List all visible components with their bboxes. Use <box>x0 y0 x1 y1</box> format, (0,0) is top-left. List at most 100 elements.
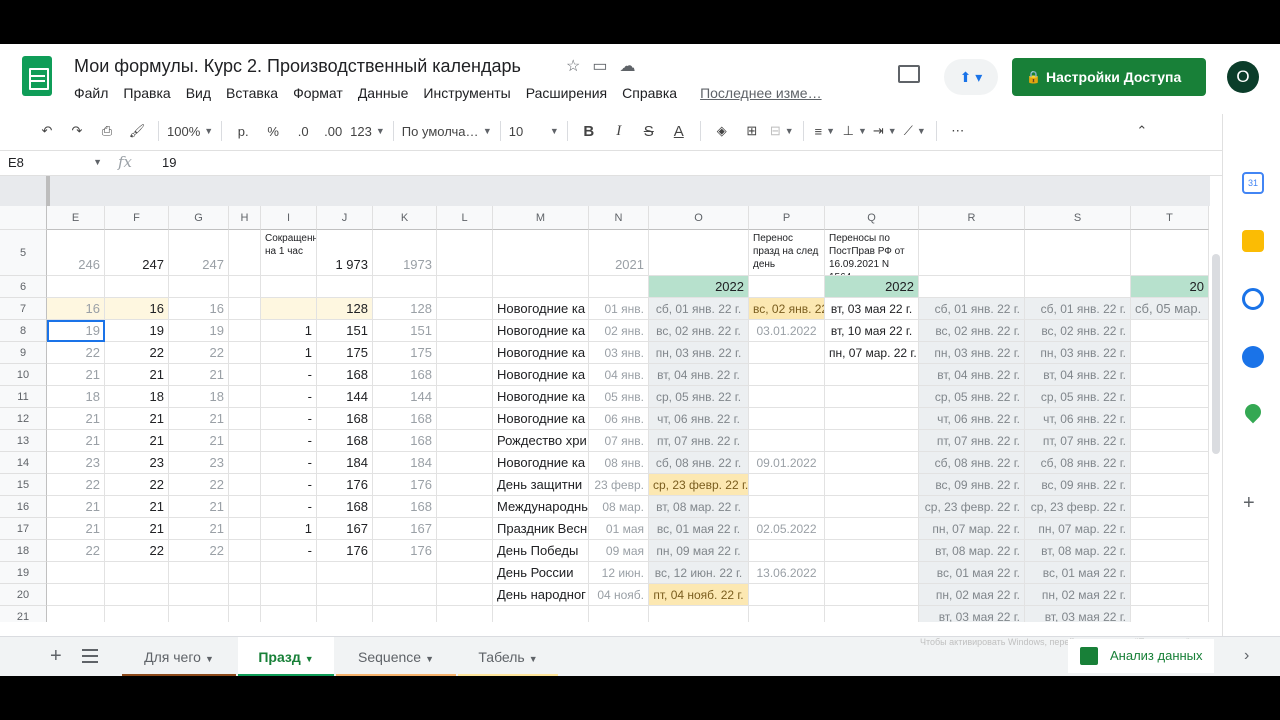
cell[interactable] <box>105 606 169 622</box>
cell[interactable]: ср, 05 янв. 22 г. <box>919 386 1025 408</box>
cell[interactable]: 168 <box>373 408 437 430</box>
cell[interactable]: Перенос празд на след день <box>749 230 825 276</box>
cell[interactable]: 19 <box>47 320 105 342</box>
cell[interactable]: 167 <box>317 518 373 540</box>
cell[interactable] <box>749 342 825 364</box>
cell[interactable] <box>493 606 589 622</box>
cell[interactable]: День защитни <box>493 474 589 496</box>
cell[interactable]: вт, 10 мая 22 г. <box>825 320 919 342</box>
cell[interactable] <box>1131 342 1209 364</box>
cell[interactable] <box>261 562 317 584</box>
cell[interactable] <box>589 606 649 622</box>
vertical-align-icon[interactable]: ⊥ ▼ <box>842 117 868 145</box>
cell[interactable] <box>1131 540 1209 562</box>
tasks-icon[interactable] <box>1242 288 1264 310</box>
cell[interactable] <box>1131 320 1209 342</box>
vertical-scrollbar[interactable] <box>1212 254 1220 454</box>
menu-data[interactable]: Данные <box>358 85 409 101</box>
cell[interactable] <box>437 562 493 584</box>
cell[interactable] <box>825 518 919 540</box>
cell[interactable] <box>229 386 261 408</box>
cell[interactable]: пт, 07 янв. 22 г. <box>919 430 1025 452</box>
cell[interactable] <box>1131 474 1209 496</box>
cell[interactable] <box>229 298 261 320</box>
select-all-corner[interactable] <box>0 206 47 230</box>
cell[interactable] <box>749 386 825 408</box>
row-header[interactable]: 8 <box>0 320 47 342</box>
cell[interactable]: 08 мар. <box>589 496 649 518</box>
cell[interactable]: чт, 06 янв. 22 г. <box>919 408 1025 430</box>
print-icon[interactable]: ⎙ <box>94 117 120 145</box>
cell[interactable] <box>1131 562 1209 584</box>
cell[interactable]: 168 <box>317 430 373 452</box>
cell[interactable]: 03.01.2022 <box>749 320 825 342</box>
cell[interactable]: 151 <box>373 320 437 342</box>
avatar[interactable]: О <box>1227 61 1259 93</box>
cell[interactable]: 175 <box>317 342 373 364</box>
cell[interactable]: 21 <box>105 364 169 386</box>
cell[interactable] <box>261 298 317 320</box>
cell[interactable] <box>47 606 105 622</box>
cell[interactable]: День Победы <box>493 540 589 562</box>
cell[interactable] <box>437 430 493 452</box>
cell[interactable]: 22 <box>169 474 229 496</box>
cell[interactable]: вс, 12 июн. 22 г. <box>649 562 749 584</box>
cell[interactable] <box>437 518 493 540</box>
chevron-right-icon[interactable]: › <box>1244 647 1249 665</box>
maps-icon[interactable] <box>1241 400 1265 424</box>
cell[interactable] <box>749 606 825 622</box>
cell[interactable] <box>1131 364 1209 386</box>
cell[interactable]: 247 <box>169 230 229 276</box>
cell[interactable] <box>749 364 825 386</box>
document-title[interactable]: Мои формулы. Курс 2. Производственный ка… <box>74 56 521 77</box>
cell[interactable] <box>825 430 919 452</box>
row-header[interactable]: 13 <box>0 430 47 452</box>
cell[interactable] <box>1131 606 1209 622</box>
cell[interactable]: 184 <box>317 452 373 474</box>
cell[interactable]: День народног <box>493 584 589 606</box>
cell[interactable] <box>373 584 437 606</box>
cell[interactable]: 168 <box>373 430 437 452</box>
cell[interactable] <box>373 276 437 298</box>
cell[interactable] <box>919 276 1025 298</box>
cell[interactable] <box>47 562 105 584</box>
cell[interactable]: ср, 05 янв. 22 г. <box>1025 386 1131 408</box>
cell[interactable] <box>317 584 373 606</box>
cell[interactable] <box>493 230 589 276</box>
more-formats-button[interactable]: 123 ▼ <box>350 117 385 145</box>
cell[interactable]: пт, 07 янв. 22 г. <box>649 430 749 452</box>
cell[interactable]: 19 <box>169 320 229 342</box>
cell[interactable]: 01 янв. <box>589 298 649 320</box>
cell[interactable]: 176 <box>317 540 373 562</box>
cell[interactable]: вс, 01 мая 22 г. <box>919 562 1025 584</box>
cell[interactable]: сб, 08 янв. 22 г. <box>919 452 1025 474</box>
cell[interactable]: пн, 07 мар. 22 г. <box>919 518 1025 540</box>
italic-button[interactable]: I <box>606 117 632 145</box>
cell[interactable]: 21 <box>169 408 229 430</box>
cell[interactable] <box>825 584 919 606</box>
cell[interactable]: Новогодние ка <box>493 386 589 408</box>
cell[interactable]: 22 <box>47 342 105 364</box>
cell[interactable] <box>825 496 919 518</box>
row-header[interactable]: 12 <box>0 408 47 430</box>
cell[interactable] <box>1131 430 1209 452</box>
cell[interactable]: 2022 <box>649 276 749 298</box>
cell[interactable] <box>229 276 261 298</box>
cell[interactable] <box>229 320 261 342</box>
cell[interactable]: вт, 03 мая 22 г. <box>919 606 1025 622</box>
cell[interactable]: вт, 08 мар. 22 г. <box>649 496 749 518</box>
cell[interactable] <box>1025 276 1131 298</box>
cell[interactable] <box>229 606 261 622</box>
calendar-icon[interactable]: 31 <box>1242 172 1264 194</box>
text-wrap-icon[interactable]: ⇥ ▼ <box>872 117 898 145</box>
cell[interactable]: ср, 23 февр. 22 г. <box>1025 496 1131 518</box>
cell[interactable]: 21 <box>47 430 105 452</box>
row-header[interactable]: 19 <box>0 562 47 584</box>
cell[interactable]: 22 <box>105 540 169 562</box>
cell[interactable]: сб, 08 янв. 22 г. <box>649 452 749 474</box>
cell[interactable]: пн, 03 янв. 22 г. <box>1025 342 1131 364</box>
cell[interactable]: 151 <box>317 320 373 342</box>
cell[interactable] <box>1131 230 1209 276</box>
tab-tabel[interactable]: Табель ▼ <box>458 637 558 676</box>
column-header-q[interactable]: Q <box>825 206 919 230</box>
